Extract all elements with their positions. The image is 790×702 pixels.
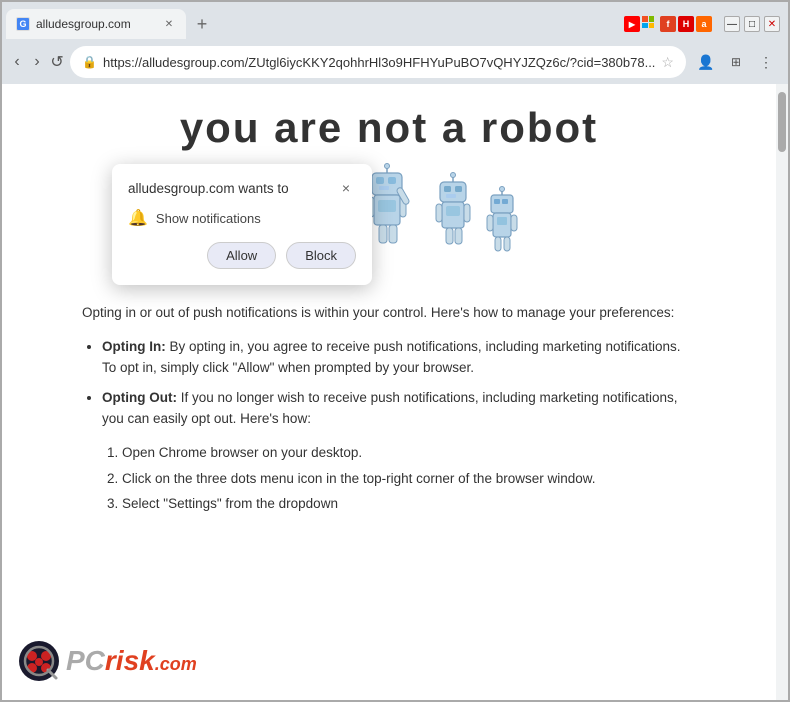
opting-out-bold: Opting Out:: [102, 390, 177, 405]
bell-icon: 🔔: [128, 208, 148, 228]
bullet-list: Opting In: By opting in, you agree to re…: [102, 336, 696, 430]
pcrisk-icon: [18, 640, 60, 682]
popup-close-button[interactable]: ×: [336, 178, 356, 198]
popup-title: alludesgroup.com wants to: [128, 181, 289, 196]
numbered-item-2: Click on the three dots menu icon in the…: [122, 468, 696, 490]
intro-text: Opting in or out of push notifications i…: [82, 302, 696, 324]
reload-button[interactable]: ↺: [50, 48, 64, 76]
popup-permission-row: 🔔 Show notifications: [128, 208, 356, 228]
popup-buttons: Allow Block: [128, 242, 356, 269]
pcrisk-text-group: PC risk .com: [66, 645, 197, 677]
list-item-opting-in: Opting In: By opting in, you agree to re…: [102, 336, 696, 379]
numbered-item-1: Open Chrome browser on your desktop.: [122, 442, 696, 464]
page-heading: you are not a robot: [82, 104, 696, 152]
extension-button[interactable]: ⊞: [722, 48, 750, 76]
tab-favicon: G: [16, 17, 30, 31]
tab-close-button[interactable]: ✕: [162, 17, 176, 31]
domain-text: .com: [155, 654, 197, 675]
address-bar-input[interactable]: 🔒 https://alludesgroup.com/ZUtgl6iycKKY2…: [70, 46, 686, 78]
fb-favicon: f: [660, 16, 676, 32]
active-tab[interactable]: G alludesgroup.com ✕: [6, 9, 186, 39]
opting-in-text: By opting in, you agree to receive push …: [102, 339, 681, 376]
allow-button[interactable]: Allow: [207, 242, 276, 269]
browser-viewport: alludesgroup.com wants to × 🔔 Show notif…: [2, 84, 788, 700]
page-content: alludesgroup.com wants to × 🔔 Show notif…: [2, 84, 776, 700]
notification-popup: alludesgroup.com wants to × 🔔 Show notif…: [112, 164, 372, 285]
scrollbar-thumb[interactable]: [778, 92, 786, 152]
tab-bar: G alludesgroup.com ✕ + ▶ f H: [2, 2, 788, 40]
close-button[interactable]: ✕: [764, 16, 780, 32]
tab-label: alludesgroup.com: [36, 17, 131, 31]
address-text: https://alludesgroup.com/ZUtgl6iycKKY2qo…: [103, 55, 655, 70]
list-item-opting-out: Opting Out: If you no longer wish to rec…: [102, 387, 696, 430]
risk-text: risk: [105, 645, 155, 677]
minimize-button[interactable]: —: [724, 16, 740, 32]
profile-button[interactable]: 👤: [692, 48, 720, 76]
opting-in-bold: Opting In:: [102, 339, 166, 354]
yt-favicon: ▶: [624, 16, 640, 32]
numbered-item-3: Select "Settings" from the dropdown: [122, 493, 696, 515]
secure-icon: 🔒: [82, 55, 97, 69]
scrollbar[interactable]: [776, 84, 788, 700]
popup-header: alludesgroup.com wants to ×: [128, 178, 356, 198]
opting-out-text: If you no longer wish to receive push no…: [102, 390, 678, 427]
o-favicon: a: [696, 16, 712, 32]
back-button[interactable]: ‹: [10, 48, 24, 76]
popup-permission-label: Show notifications: [156, 211, 261, 226]
new-tab-button[interactable]: +: [190, 12, 214, 36]
maximize-button[interactable]: □: [744, 16, 760, 32]
numbered-list: Open Chrome browser on your desktop. Cli…: [122, 442, 696, 515]
block-button[interactable]: Block: [286, 242, 356, 269]
page-inner: you are not a robot: [2, 84, 776, 539]
h-favicon: H: [678, 16, 694, 32]
pc-text: PC: [66, 645, 105, 677]
menu-button[interactable]: ⋮: [752, 48, 780, 76]
pcrisk-logo: PC risk .com: [18, 640, 197, 682]
toolbar-icons: 👤 ⊞ ⋮: [692, 48, 780, 76]
forward-button[interactable]: ›: [30, 48, 44, 76]
address-bar: ‹ › ↺ 🔒 https://alludesgroup.com/ZUtgl6i…: [2, 40, 788, 84]
bookmark-star-icon: ☆: [661, 54, 674, 71]
ms-favicon: [642, 16, 658, 32]
browser-window: G alludesgroup.com ✕ + ▶ f H: [0, 0, 790, 702]
